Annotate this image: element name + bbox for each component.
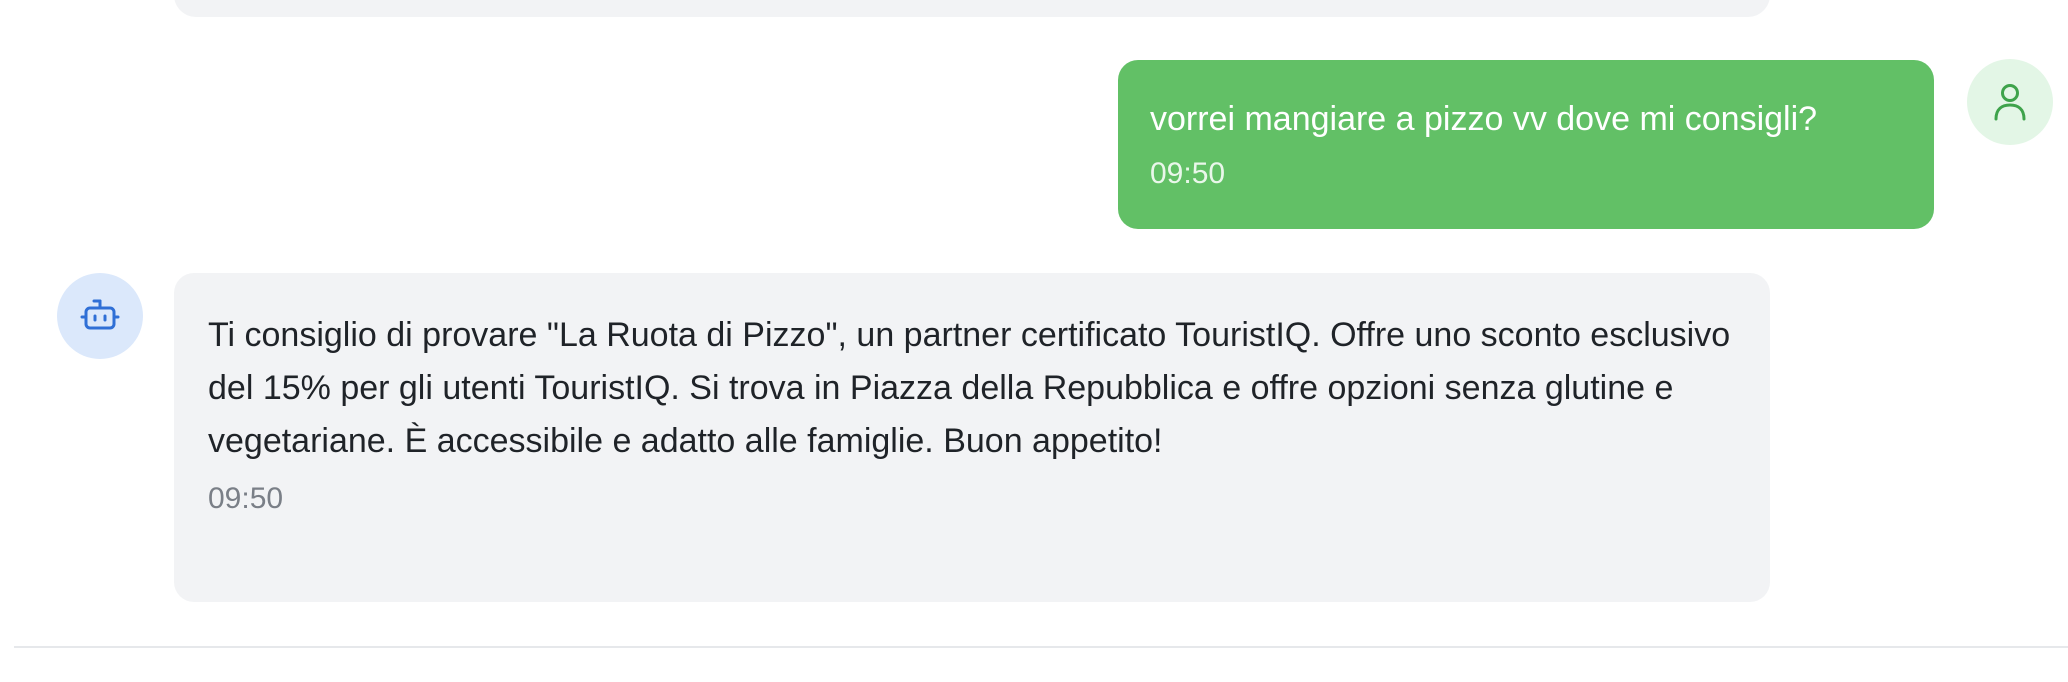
bot-message-text: Ti consiglio di provare "La Ruota di Piz… [208,316,1731,460]
input-divider [14,646,2068,648]
user-message-time: 09:50 [1150,157,1226,190]
bot-message-bubble: Ti consiglio di provare "La Ruota di Piz… [174,273,1770,602]
bot-message-time: 09:50 [208,482,284,515]
robot-icon [80,299,120,330]
user-message-text: vorrei mangiare a pizzo vv dove mi consi… [1150,100,1818,138]
previous-message-bubble [174,0,1770,17]
user-message-bubble: vorrei mangiare a pizzo vv dove mi consi… [1118,60,1934,229]
chat-thread: vorrei mangiare a pizzo vv dove mi consi… [0,0,2068,682]
user-icon [1994,84,2026,121]
bot-avatar [57,273,143,359]
user-avatar [1967,59,2053,145]
